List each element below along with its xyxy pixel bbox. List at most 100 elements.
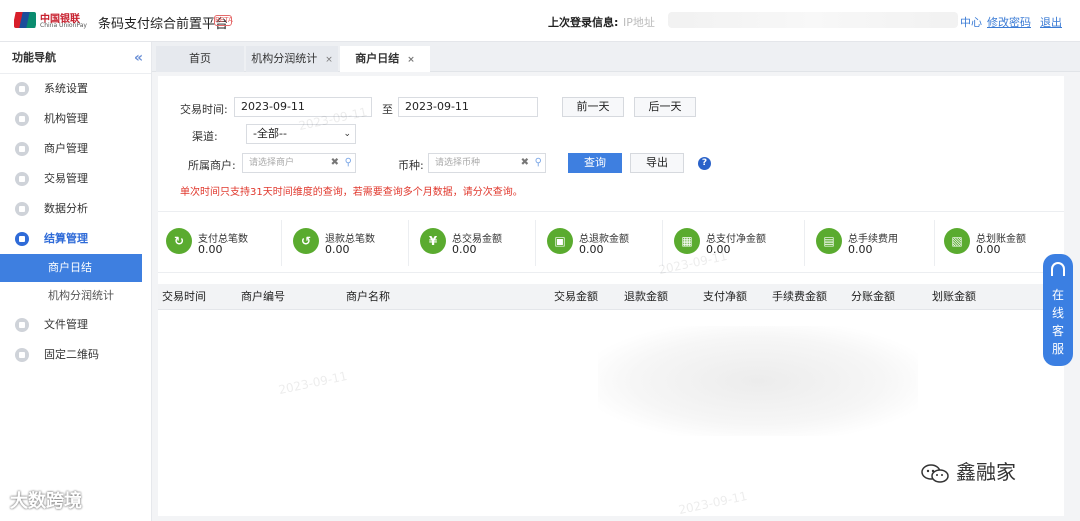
- stat-value: 0.00: [848, 243, 873, 256]
- wechat-icon: [920, 463, 950, 485]
- online-support-tab[interactable]: 在线客服: [1043, 254, 1073, 366]
- channel-select-value: -全部--: [253, 127, 287, 140]
- last-login-ip-label: IP地址: [623, 16, 655, 29]
- tab-merchant-daily-settlement[interactable]: 商户日结 ×: [340, 46, 430, 72]
- merchant-input-placeholder: 请选择商户: [249, 158, 295, 168]
- stat-divider: [934, 220, 935, 266]
- logout-link[interactable]: 退出: [1040, 14, 1062, 30]
- change-password-link[interactable]: 修改密码: [987, 14, 1031, 30]
- nav-label: 固定二维码: [44, 348, 99, 361]
- column-header[interactable]: 商户名称: [346, 284, 390, 310]
- stat-fee: ▤ 总手续费用 0.00: [816, 226, 936, 260]
- sidebar: 功能导航 « 系统设置 机构管理 商户管理 交易管理 数据分析 结算管理 商户日…: [0, 42, 152, 521]
- menu-item-icon: [15, 202, 29, 216]
- stat-value: 0.00: [452, 243, 477, 256]
- export-button[interactable]: 导出: [630, 153, 684, 173]
- transfer-icon: ▧: [944, 228, 970, 254]
- net-amount-icon: ▦: [674, 228, 700, 254]
- tab-label: 机构分润统计: [251, 52, 318, 65]
- menu-item-icon: [15, 232, 29, 246]
- stat-divider: [535, 220, 536, 266]
- tab-institution-profit-stats[interactable]: 机构分润统计 ×: [246, 46, 338, 72]
- logo-text-en: China UnionPay: [40, 22, 87, 29]
- top-bar: 中国银联 China UnionPay 条码支付综合前置平台 BETA 上次登录…: [0, 0, 1080, 42]
- app-title: 条码支付综合前置平台: [98, 17, 229, 32]
- nav-label: 结算管理: [44, 232, 88, 245]
- query-button[interactable]: 查询: [568, 153, 622, 173]
- menu-item-icon: [15, 82, 29, 96]
- close-tab-icon[interactable]: ×: [407, 55, 415, 65]
- menu-item-icon: [15, 172, 29, 186]
- summary-stats: ↻ 支付总笔数 0.00 ↺ 退款总笔数 0.00 ¥ 总交易金额 0.00 ▣ 总退款金额 0…: [158, 211, 1064, 273]
- search-icon[interactable]: ⚲: [535, 154, 542, 172]
- fee-icon: ▤: [816, 228, 842, 254]
- trade-amount-icon: ¥: [420, 228, 446, 254]
- nav-label: 文件管理: [44, 318, 88, 331]
- nav-sub-institution-profit-stats[interactable]: 机构分润统计: [0, 282, 151, 310]
- clear-icon[interactable]: ✖: [331, 154, 339, 172]
- nav-label: 交易管理: [44, 172, 88, 185]
- previous-day-button[interactable]: 前一天: [562, 97, 624, 117]
- refund-count-icon: ↺: [293, 228, 319, 254]
- nav-item-transaction-management[interactable]: 交易管理: [0, 164, 151, 194]
- collapse-sidebar-icon[interactable]: «: [134, 42, 143, 74]
- column-header[interactable]: 退款金额: [624, 284, 668, 310]
- nav-item-system-settings[interactable]: 系统设置: [0, 74, 151, 104]
- menu-item-icon: [15, 318, 29, 332]
- stat-payment-count: ↻ 支付总笔数 0.00: [166, 226, 286, 260]
- trade-date-label: 交易时间:: [180, 103, 228, 116]
- menu-item-icon: [15, 112, 29, 126]
- next-day-button[interactable]: 后一天: [634, 97, 696, 117]
- date-to-input[interactable]: 2023-09-11: [398, 97, 538, 117]
- personal-center-link[interactable]: 中心: [960, 14, 982, 30]
- stat-refund-amount: ▣ 总退款金额 0.00: [547, 226, 667, 260]
- nav-item-fixed-qrcode[interactable]: 固定二维码: [0, 340, 151, 370]
- currency-input-placeholder: 请选择币种: [435, 158, 481, 168]
- currency-input[interactable]: 请选择币种 ✖ ⚲: [428, 153, 546, 173]
- online-support-label: 在线客服: [1051, 288, 1064, 356]
- column-header[interactable]: 商户编号: [241, 284, 285, 310]
- column-header[interactable]: 分账金额: [851, 284, 895, 310]
- channel-label: 渠道:: [192, 130, 218, 143]
- nav-item-institution-management[interactable]: 机构管理: [0, 104, 151, 134]
- column-header[interactable]: 交易金额: [554, 284, 598, 310]
- column-header[interactable]: 划账金额: [932, 284, 976, 310]
- nav-label: 机构管理: [44, 112, 88, 125]
- nav-item-settlement-management[interactable]: 结算管理: [0, 224, 151, 254]
- settlement-table-header: 交易时间 商户编号 商户名称 交易金额 退款金额 支付净额 手续费金额 分账金额…: [158, 284, 1064, 310]
- last-login-details-redacted: [668, 12, 958, 28]
- stat-value: 0.00: [198, 243, 223, 256]
- sidebar-title: 功能导航: [12, 51, 56, 64]
- close-tab-icon[interactable]: ×: [325, 55, 333, 65]
- stat-divider: [804, 220, 805, 266]
- merchant-input[interactable]: 请选择商户 ✖ ⚲: [242, 153, 356, 173]
- main-content: 交易时间: 2023-09-11 至 2023-09-11 前一天 后一天 渠道…: [158, 76, 1064, 517]
- stat-divider: [281, 220, 282, 266]
- column-header[interactable]: 手续费金额: [772, 284, 827, 310]
- help-icon[interactable]: ?: [698, 157, 711, 170]
- stat-divider: [408, 220, 409, 266]
- nav-item-data-analysis[interactable]: 数据分析: [0, 194, 151, 224]
- column-header[interactable]: 交易时间: [162, 284, 206, 310]
- tab-home[interactable]: 首页: [156, 46, 244, 72]
- stat-value: 0.00: [976, 243, 1001, 256]
- stat-value: 0.00: [325, 243, 350, 256]
- stat-value: 0.00: [579, 243, 604, 256]
- unionpay-logo: 中国银联 China UnionPay: [14, 10, 87, 32]
- search-icon[interactable]: ⚲: [345, 154, 352, 172]
- nav-label: 数据分析: [44, 202, 88, 215]
- refund-amount-icon: ▣: [547, 228, 573, 254]
- stat-refund-count: ↺ 退款总笔数 0.00: [293, 226, 413, 260]
- brand-watermark: 鑫融家: [920, 456, 1016, 485]
- tab-label: 首页: [189, 52, 211, 65]
- corner-watermark: 大数跨境: [10, 491, 82, 512]
- stat-divider: [662, 220, 663, 266]
- nav-sub-merchant-daily-settlement[interactable]: 商户日结: [0, 254, 142, 282]
- nav-item-merchant-management[interactable]: 商户管理: [0, 134, 151, 164]
- column-header[interactable]: 支付净额: [703, 284, 747, 310]
- unionpay-mark-icon: [14, 12, 36, 28]
- nav-item-file-management[interactable]: 文件管理: [0, 310, 151, 340]
- clear-icon[interactable]: ✖: [521, 154, 529, 172]
- chevron-down-icon: ⌄: [343, 129, 351, 139]
- menu-item-icon: [15, 348, 29, 362]
